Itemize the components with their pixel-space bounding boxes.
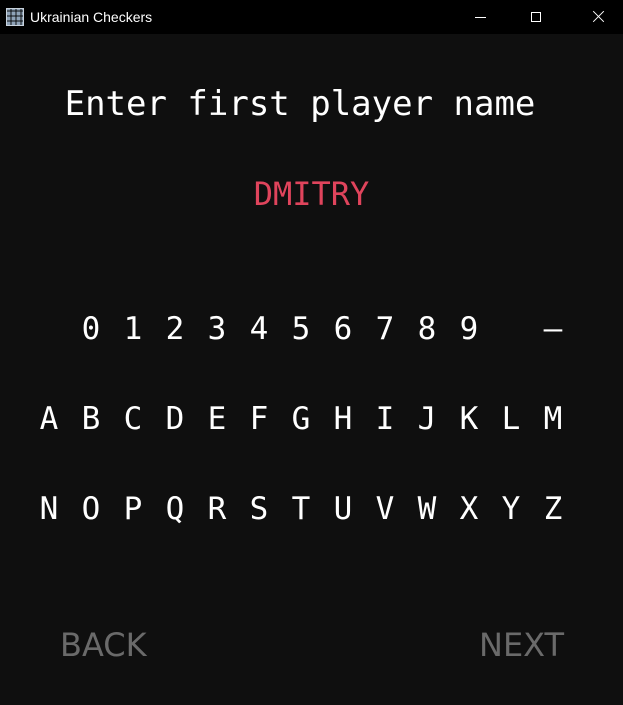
key-e[interactable]: E [202,401,232,437]
prompt-heading: Enter first player name [64,84,536,124]
minimize-icon [475,17,486,18]
key-b[interactable]: B [76,401,106,437]
key-h[interactable]: H [328,401,358,437]
key-r[interactable]: R [202,491,232,527]
close-icon [589,8,607,26]
key-z[interactable]: Z [538,491,568,527]
key-8[interactable]: 8 [412,311,442,347]
next-button[interactable]: NEXT [479,626,564,664]
key-j[interactable]: J [412,401,442,437]
key-t[interactable]: T [286,491,316,527]
key-k[interactable]: K [454,401,484,437]
key-d[interactable]: D [160,401,190,437]
key-9[interactable]: 9 [454,311,484,347]
key-6[interactable]: 6 [328,311,358,347]
key-delete[interactable]: — [538,311,568,347]
key-x[interactable]: X [454,491,484,527]
maximize-icon [531,12,541,22]
key-f[interactable]: F [244,401,274,437]
key-7[interactable]: 7 [370,311,400,347]
key-o[interactable]: O [76,491,106,527]
maximize-button[interactable] [513,0,559,34]
key-2[interactable]: 2 [160,311,190,347]
key-w[interactable]: W [412,491,442,527]
key-i[interactable]: I [370,401,400,437]
key-g[interactable]: G [286,401,316,437]
key-q[interactable]: Q [160,491,190,527]
key-0[interactable]: 0 [76,311,106,347]
key-1[interactable]: 1 [118,311,148,347]
key-a[interactable]: A [34,401,64,437]
key-n[interactable]: N [34,491,64,527]
key-l[interactable]: L [496,401,526,437]
back-button[interactable]: BACK [60,626,147,664]
key-p[interactable]: P [118,491,148,527]
key-c[interactable]: C [118,401,148,437]
key-y[interactable]: Y [496,491,526,527]
key-3[interactable]: 3 [202,311,232,347]
title-bar: Ukrainian Checkers [0,0,623,34]
key-4[interactable]: 4 [244,311,274,347]
key-m[interactable]: M [538,401,568,437]
player-name-display: DMITRY [253,175,370,213]
window-title: Ukrainian Checkers [30,9,153,25]
checkerboard-icon [6,8,24,26]
close-button[interactable] [577,0,623,34]
key-s[interactable]: S [244,491,274,527]
key-u[interactable]: U [328,491,358,527]
key-5[interactable]: 5 [286,311,316,347]
key-v[interactable]: V [370,491,400,527]
minimize-button[interactable] [457,0,503,34]
